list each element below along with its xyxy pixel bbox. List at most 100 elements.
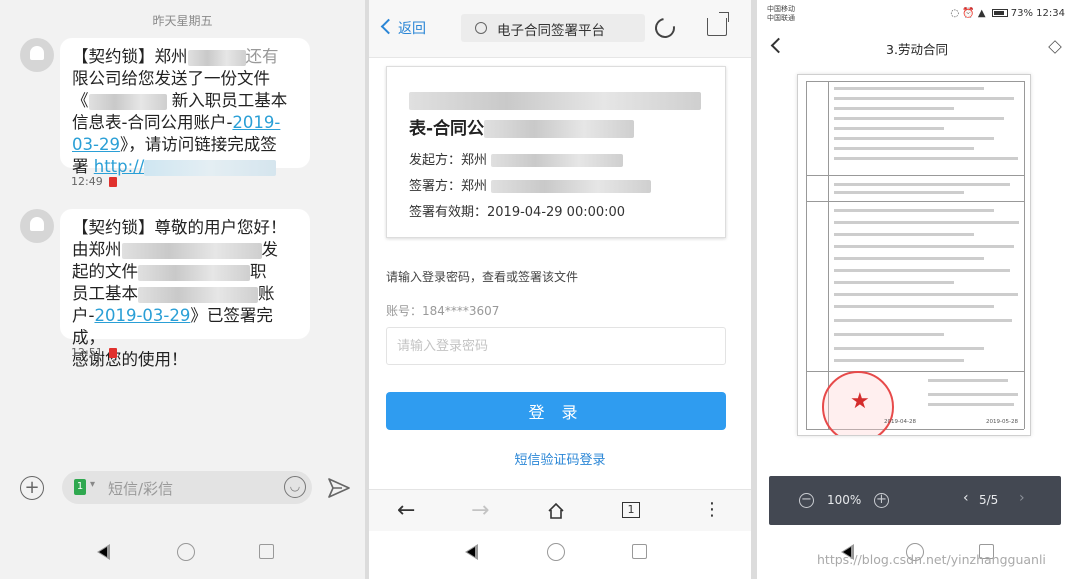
nav-home-icon[interactable] [177, 543, 195, 561]
battery-level: 73% [1010, 8, 1033, 19]
browser-topbar: 返回 电子合同签署平台 [369, 0, 751, 58]
zoom-toolbar: − 100% + ‹ 5/5 › [769, 476, 1061, 525]
compose-placeholder: 短信/彩信 [108, 480, 174, 498]
message-text: 限公司给您发送了一份文件 [72, 69, 270, 88]
zoom-in-icon[interactable]: + [874, 493, 889, 508]
more-vertical-icon[interactable]: ⋮ [703, 500, 721, 520]
sms-login-link[interactable]: 短信验证码登录 [369, 449, 751, 468]
browser-panel: 返回 电子合同签署平台 表-合同公 发起方：郑州 签署方：郑州 签署有效期：20… [369, 0, 751, 579]
text-line [834, 157, 1018, 160]
message-text: 新入职员工基本 [166, 91, 288, 110]
nav-recent-icon[interactable] [259, 544, 274, 559]
nav-recent-icon[interactable] [632, 544, 647, 559]
system-nav-bar [0, 525, 365, 579]
viewer-panel: 中国移动 中国联通 ◌ ⏰ ▲ 73% 12:34 3.劳动合同 ★ 2019-… [757, 0, 1077, 579]
back-label: 返回 [398, 21, 426, 37]
globe-icon [475, 22, 487, 34]
date-link[interactable]: 2019-03-29 [94, 306, 190, 325]
url-bar[interactable]: 电子合同签署平台 [461, 14, 645, 42]
table-border [1024, 81, 1025, 429]
battery-icon [991, 9, 1008, 17]
message-time: 12:51 [71, 346, 117, 359]
viewer-header: 3.劳动合同 [757, 28, 1077, 68]
page-title: 电子合同签署平台 [497, 23, 605, 39]
sign-date-a: 2019-04-28 [884, 419, 916, 425]
text-line [834, 97, 1014, 100]
send-icon[interactable] [328, 478, 350, 498]
text-line [834, 233, 974, 236]
emoji-icon[interactable]: ◡ [284, 476, 306, 498]
text-line [928, 403, 1014, 406]
system-nav-bar [369, 525, 751, 579]
message-text: 《 [72, 91, 89, 110]
table-border [806, 81, 1024, 82]
login-tip: 请输入登录密码，查看或签署该文件 [386, 270, 579, 284]
next-page-icon[interactable]: › [1019, 490, 1025, 506]
message-time: 12:49 [71, 175, 117, 188]
carrier-labels: 中国移动 中国联通 [767, 5, 795, 22]
date-link[interactable]: 03-29 [72, 135, 120, 154]
message-bubble[interactable]: 【契约锁】郑州 还有 限公司给您发送了一份文件 《 新入职员工基本 信息表-合同公… [60, 38, 310, 176]
sign-date-b: 2019-05-28 [986, 419, 1018, 425]
sender-avatar[interactable] [20, 38, 54, 72]
text-line [834, 319, 1012, 322]
message-text: 由郑州 [72, 240, 122, 259]
zoom-level: 100% [827, 493, 862, 507]
arrow-left-icon[interactable]: ← [397, 500, 415, 522]
company-seal: ★ [822, 371, 894, 435]
nav-back-icon[interactable] [465, 544, 478, 560]
reload-icon[interactable] [651, 14, 679, 42]
document-page[interactable]: ★ 2019-04-28 2019-05-28 [797, 74, 1031, 436]
zoom-out-icon[interactable]: − [799, 493, 814, 508]
back-button[interactable]: 返回 [380, 18, 426, 38]
message-input[interactable]: 1 ▾ 短信/彩信 ◡ [62, 471, 312, 504]
text-line [928, 393, 1018, 396]
message-text: 还有 [245, 47, 279, 66]
table-border [806, 175, 1024, 176]
sms-panel: 昨天星期五 【契约锁】郑州 还有 限公司给您发送了一份文件 《 新入职员工基本 信… [0, 0, 365, 579]
plus-icon[interactable]: + [20, 476, 44, 500]
document-title: 3.劳动合同 [886, 42, 948, 57]
text-line [834, 107, 954, 110]
message-text: 起的文件 [72, 262, 138, 281]
text-line [834, 281, 954, 284]
sign-link[interactable]: http:// [94, 157, 145, 176]
document-title-text: 表-合同公 [409, 119, 485, 139]
signer-row: 签署方：郑州 [409, 175, 652, 194]
tabs-icon[interactable]: 1 [622, 502, 640, 518]
date-header: 昨天星期五 [152, 14, 213, 28]
previous-page-icon[interactable]: ‹ [963, 490, 969, 506]
login-button[interactable]: 登 录 [386, 392, 726, 430]
home-icon[interactable] [547, 502, 565, 520]
text-line [834, 257, 984, 260]
text-line [834, 137, 994, 140]
sim-icon [108, 177, 117, 187]
chevron-down-icon[interactable]: ▾ [90, 479, 95, 490]
redacted-text [138, 264, 250, 281]
status-right: ◌ ⏰ ▲ 73% 12:34 [950, 8, 1065, 19]
message-bubble[interactable]: 【契约锁】尊敬的用户您好！ 由郑州 发 起的文件 职 员工基本 账 户-2019-03… [60, 209, 310, 369]
redacted-text [88, 93, 167, 110]
share-icon[interactable] [707, 12, 729, 36]
account-label: 账号：184****3607 [386, 304, 500, 318]
text-line [834, 87, 984, 90]
text-line [834, 127, 944, 130]
sim-select-icon[interactable]: 1 [74, 479, 86, 495]
sender-avatar[interactable] [20, 209, 54, 243]
message-text: 发 [261, 240, 279, 259]
text-line [834, 183, 1010, 186]
arrow-right-icon[interactable]: → [471, 500, 489, 522]
initiator-row: 发起方：郑州 [409, 149, 624, 168]
password-input[interactable] [386, 327, 726, 365]
redacted-link[interactable] [144, 159, 277, 176]
date-link[interactable]: 2019- [232, 113, 280, 132]
text-line [834, 305, 994, 308]
nav-back-icon[interactable] [97, 544, 110, 560]
document-title: 表-合同公 [409, 87, 709, 143]
nav-home-icon[interactable] [547, 543, 565, 561]
document-card: 表-合同公 发起方：郑州 签署方：郑州 签署有效期：2019-04-29 00:… [386, 66, 726, 238]
redacted-text [187, 49, 246, 66]
message-text: 户- [72, 306, 95, 325]
redacted-text [491, 154, 624, 167]
redacted-text [409, 92, 701, 110]
